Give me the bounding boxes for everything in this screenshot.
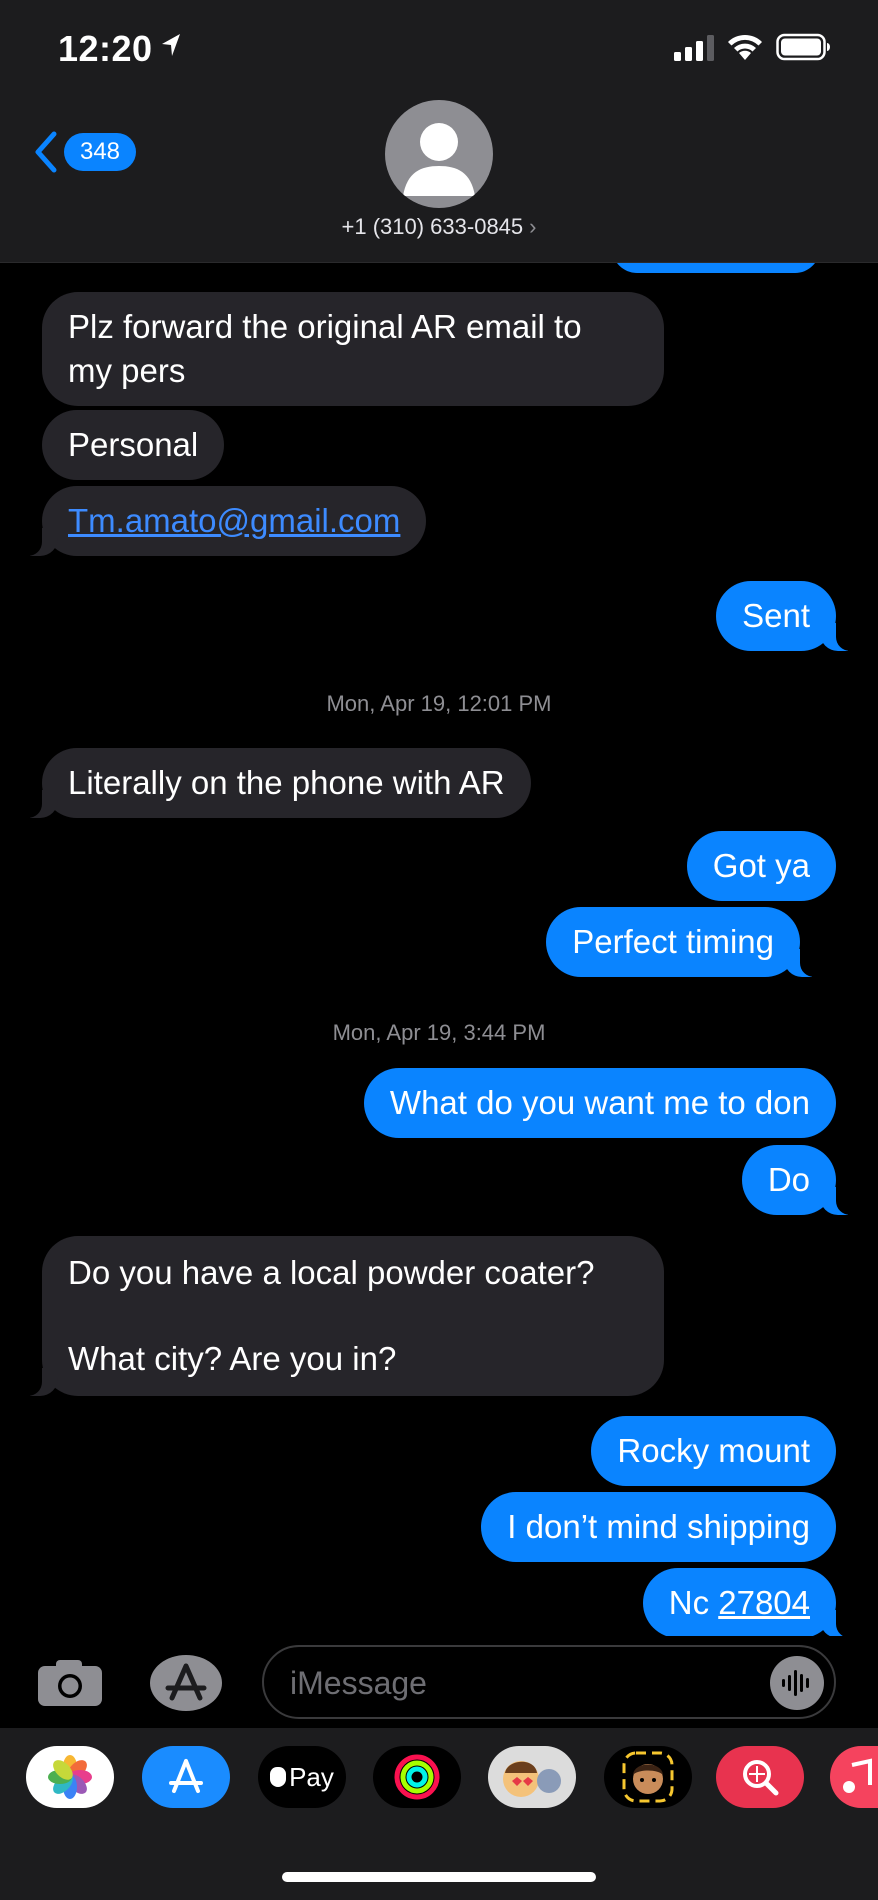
message-text: What city? Are you in? <box>68 1340 397 1377</box>
back-button[interactable]: 348 <box>32 130 136 174</box>
message-bubble-outgoing-partial <box>612 263 820 273</box>
message-bubble-outgoing[interactable]: Got ya <box>686 831 836 901</box>
memoji-app-icon[interactable] <box>604 1746 692 1808</box>
message-text: Personal <box>68 426 199 463</box>
message-input[interactable] <box>290 1661 750 1705</box>
contact-number: +1 (310) 633-0845 <box>341 214 524 239</box>
message-list[interactable]: Plz forward the original AR email to my … <box>0 263 878 1636</box>
message-text: Got ya <box>712 847 810 884</box>
email-link[interactable]: Tm.amato@gmail.com <box>68 502 400 539</box>
message-text: Literally on the phone with AR <box>68 764 505 801</box>
person-silhouette-icon <box>403 123 475 196</box>
message-text: Nc <box>668 1584 719 1621</box>
music-app-icon[interactable] <box>830 1746 878 1808</box>
audio-record-button[interactable] <box>770 1656 824 1710</box>
message-timestamp: Mon, Apr 19, 3:44 PM <box>332 1020 546 1045</box>
message-text: Plz forward the original AR email to <box>68 308 582 345</box>
animoji-stickers-icon[interactable] <box>488 1746 576 1808</box>
location-arrow-icon <box>162 34 180 56</box>
apple-logo-icon <box>270 1767 287 1787</box>
apple-pay-label: Pay <box>289 1761 334 1792</box>
message-text: Do <box>767 1161 810 1198</box>
message-text: I don’t mind shipping <box>507 1508 810 1545</box>
web-search-app-icon[interactable] <box>716 1746 804 1808</box>
imessage-app-drawer: Pay <box>0 1728 878 1900</box>
message-text: What do you want me to don <box>389 1084 810 1121</box>
battery-icon <box>776 33 830 61</box>
fitness-app-icon[interactable] <box>373 1746 461 1808</box>
app-store-icon[interactable] <box>148 1654 224 1712</box>
message-bubble-outgoing[interactable]: Sent <box>716 581 858 651</box>
chevron-left-icon <box>35 131 57 173</box>
message-bubble-outgoing[interactable]: What do you want me to don <box>363 1068 836 1138</box>
contact-name[interactable]: +1 (310) 633-0845 › <box>0 214 878 240</box>
message-bubble-outgoing[interactable]: Do <box>741 1145 859 1215</box>
unread-count-badge: 348 <box>64 133 136 171</box>
app-store-app-icon[interactable] <box>142 1746 230 1808</box>
message-bubble-incoming[interactable]: Literally on the phone with AR <box>20 748 531 818</box>
message-text: Rocky mount <box>617 1432 810 1469</box>
message-bubble-incoming[interactable]: Personal <box>42 410 225 480</box>
cellular-signal-icon <box>674 35 714 61</box>
waveform-icon <box>782 1670 809 1696</box>
home-indicator[interactable] <box>282 1872 596 1882</box>
compose-bar <box>0 1636 878 1728</box>
zip-code-link[interactable]: 27804 <box>718 1584 810 1621</box>
status-time: 12:20 <box>58 28 153 69</box>
message-text: Sent <box>742 597 810 634</box>
message-bubble-outgoing[interactable]: Perfect timing <box>546 907 822 977</box>
message-text: my pers <box>68 352 186 389</box>
contact-chevron-icon: › <box>529 214 537 239</box>
photos-app-icon[interactable] <box>26 1746 114 1808</box>
message-bubble-incoming[interactable]: Plz forward the original AR email to my … <box>42 292 664 406</box>
message-bubble-outgoing[interactable]: I don’t mind shipping <box>481 1492 836 1562</box>
wifi-icon <box>728 34 762 60</box>
camera-icon[interactable] <box>36 1658 104 1708</box>
contact-avatar[interactable] <box>385 100 493 208</box>
message-text: Perfect timing <box>572 923 774 960</box>
message-timestamp: Mon, Apr 19, 12:01 PM <box>326 691 552 716</box>
conversation-header: 12:20 348 +1 (310) 633-0845 › <box>0 0 878 263</box>
apple-pay-app-icon[interactable]: Pay <box>258 1746 346 1808</box>
message-text: Do you have a local powder coater? <box>68 1254 595 1291</box>
message-bubble-outgoing[interactable]: Rocky mount <box>591 1416 836 1486</box>
message-bubble-incoming[interactable]: Tm.amato@gmail.com <box>19 486 427 556</box>
message-input-field[interactable] <box>262 1645 836 1719</box>
message-bubble-incoming[interactable]: Do you have a local powder coater? What … <box>20 1236 664 1396</box>
message-bubble-outgoing[interactable]: Nc 27804 <box>642 1568 859 1636</box>
